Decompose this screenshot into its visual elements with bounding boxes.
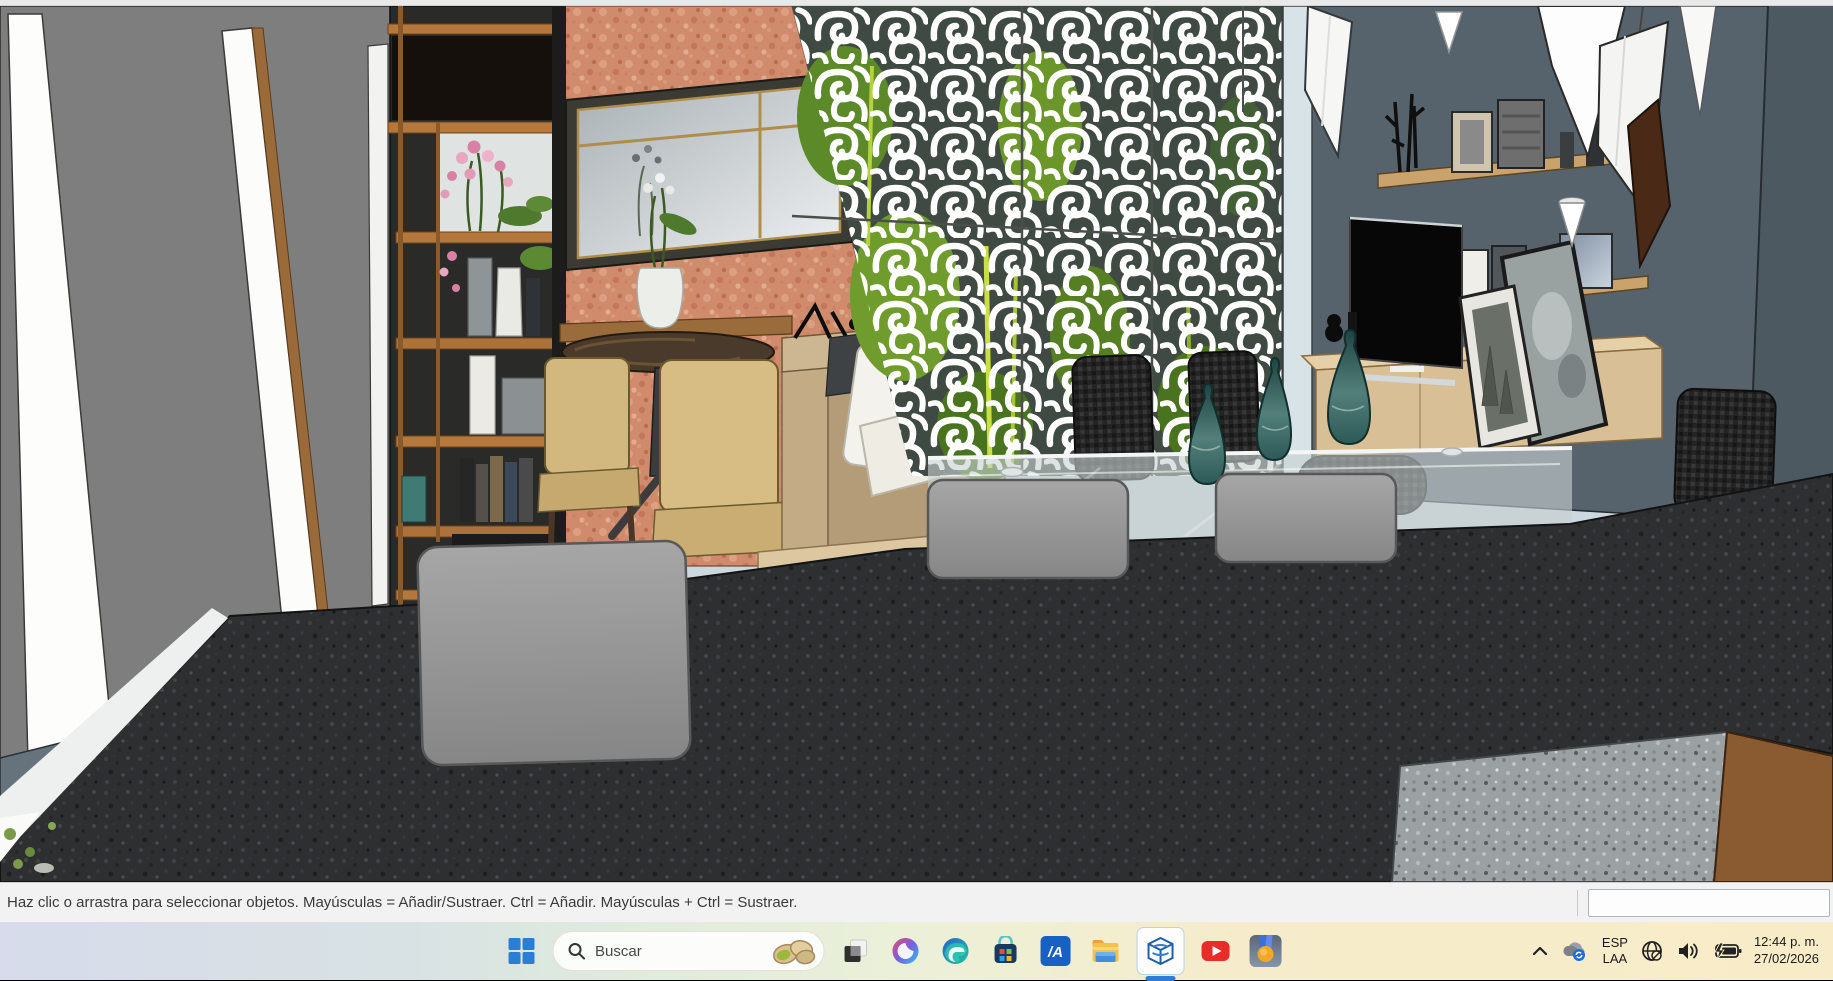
search-placeholder: Buscar <box>595 943 761 960</box>
measurements-box[interactable] <box>1588 889 1830 917</box>
a-slash-app-icon: /A <box>1039 935 1071 967</box>
copilot-button[interactable] <box>886 932 924 970</box>
copilot-icon <box>890 936 920 966</box>
medal-icon <box>1248 934 1282 968</box>
sketchup-viewport[interactable] <box>0 0 1833 882</box>
pistachios-image <box>771 936 815 966</box>
hidden-icons-chevron[interactable] <box>1532 945 1548 957</box>
language-line1: ESP <box>1602 935 1628 951</box>
svg-text:/A: /A <box>1047 944 1063 961</box>
microsoft-store-button[interactable] <box>986 932 1024 970</box>
file-explorer-button[interactable] <box>1086 932 1124 970</box>
edge-icon <box>940 936 970 966</box>
search-icon <box>567 942 585 960</box>
language-line2: LAA <box>1602 951 1628 967</box>
taskbar-center: Buscar <box>502 922 1284 980</box>
youtube-button[interactable] <box>1196 932 1234 970</box>
sketchup-app-button[interactable] <box>1136 927 1184 975</box>
start-button[interactable] <box>502 932 540 970</box>
desktop: Haz clic o arrastra para seleccionar obj… <box>0 0 1833 980</box>
tray-date: 27/02/2026 <box>1754 951 1819 968</box>
volume-icon[interactable] <box>1676 940 1700 962</box>
youtube-icon <box>1199 935 1231 967</box>
microsoft-store-icon <box>990 936 1020 966</box>
windows-start-icon <box>508 938 534 964</box>
shelving-unit <box>388 6 566 606</box>
status-bar: Haz clic o arrastra para seleccionar obj… <box>0 882 1833 922</box>
active-app-indicator <box>1145 976 1175 981</box>
tray-time: 12:44 p. m. <box>1754 934 1819 951</box>
task-view-icon <box>841 937 869 965</box>
a-slash-app-button[interactable]: /A <box>1036 932 1074 970</box>
edge-button[interactable] <box>936 932 974 970</box>
network-offline-icon[interactable] <box>1640 939 1664 963</box>
search-input[interactable]: Buscar <box>552 931 824 971</box>
clock[interactable]: 12:44 p. m. 27/02/2026 <box>1754 934 1819 968</box>
status-message: Haz clic o arrastra para seleccionar obj… <box>0 894 1573 911</box>
onedrive-sync-icon[interactable] <box>1560 940 1590 962</box>
file-explorer-icon <box>1089 935 1121 967</box>
taskbar: Buscar <box>0 922 1833 980</box>
system-tray: ESP LAA 12:44 p. m. 2 <box>1532 922 1833 980</box>
task-view-button[interactable] <box>836 932 874 970</box>
scene-canvas[interactable] <box>0 6 1833 882</box>
battery-charging-icon[interactable] <box>1712 941 1742 961</box>
status-separator <box>1577 890 1578 916</box>
language-indicator[interactable]: ESP LAA <box>1602 935 1628 968</box>
medal-app-button[interactable] <box>1246 932 1284 970</box>
sketchup-icon <box>1145 936 1175 966</box>
